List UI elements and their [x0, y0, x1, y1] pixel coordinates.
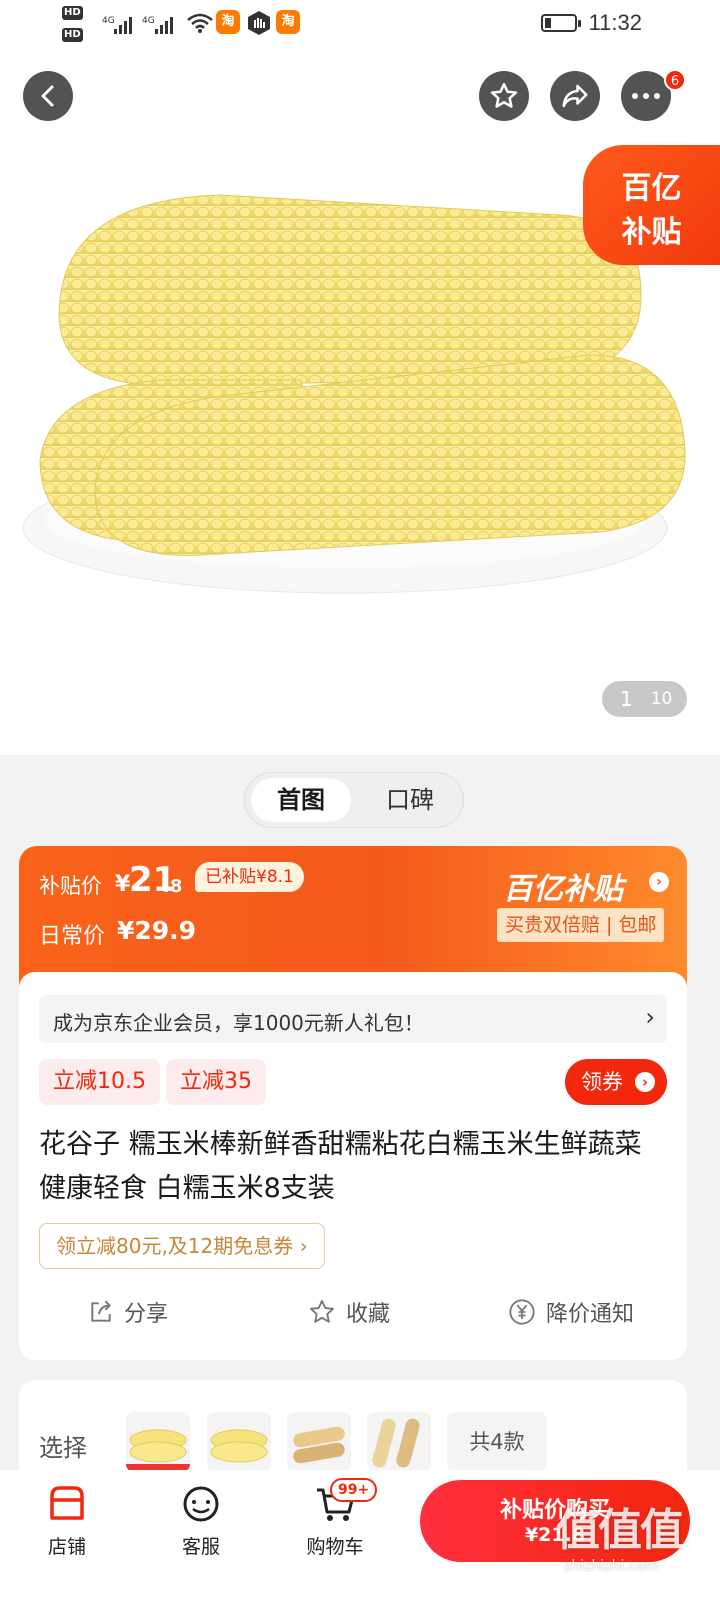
promo-coupon-link[interactable]: 领立减80元,及12期免息券 › — [39, 1223, 325, 1269]
star-icon — [490, 82, 518, 108]
variant-thumb-3[interactable] — [287, 1412, 351, 1472]
service-label: 客服 — [181, 1536, 220, 1558]
signal-bars-1-icon — [114, 14, 132, 34]
member-banner[interactable]: 成为京东企业会员，享1000元新人礼包！ › — [39, 995, 667, 1043]
share-icon — [91, 1300, 112, 1322]
battery-icon — [541, 14, 581, 32]
image-pager: 1 10 — [602, 681, 687, 717]
price-decimal: .8 — [163, 876, 183, 897]
discount-tag-1[interactable]: 立减10.5 — [39, 1059, 160, 1105]
shop-tab[interactable]: 店铺 — [22, 1480, 112, 1559]
favorite-action[interactable]: 收藏 — [308, 1296, 390, 1328]
share-arrow-icon — [562, 84, 588, 108]
subsidy-tag-line1: 百亿 — [621, 171, 682, 206]
daily-price: ¥29.9 — [117, 916, 197, 945]
discount-tag-2[interactable]: 立减35 — [166, 1059, 266, 1105]
product-image-carousel[interactable]: 6 百亿 补贴 1 10 — [0, 50, 720, 755]
tab-main-image[interactable]: 首图 — [251, 778, 351, 822]
hd-indicator-2: HD — [62, 28, 83, 42]
price-alert-label: 降价通知 — [546, 1302, 635, 1327]
image-tab-switch: 首图 口碑 — [244, 772, 464, 828]
tab-reviews[interactable]: 口碑 — [365, 778, 455, 822]
favorite-top-button[interactable] — [479, 71, 529, 121]
daily-price-label: 日常价 — [39, 924, 106, 949]
shop-icon — [50, 1486, 84, 1520]
price-alert-action[interactable]: 降价通知 — [508, 1296, 634, 1328]
corn-thumb-image — [210, 1429, 268, 1463]
subsidy-price-label: 补贴价 — [39, 874, 102, 898]
watermark-url: zhizhizhi.com — [564, 1558, 659, 1574]
coupon-button[interactable]: 领券 › — [565, 1059, 667, 1105]
more-dots-icon — [632, 93, 660, 99]
variant-thumb-1[interactable] — [126, 1412, 190, 1472]
cart-count-badge: 99+ — [330, 1478, 378, 1502]
variant-thumb-4[interactable] — [367, 1412, 431, 1472]
hd-indicator-1: HD — [62, 6, 83, 20]
variant-thumb-2[interactable] — [207, 1412, 271, 1472]
clock: 11:32 — [588, 10, 642, 35]
yen-circle-icon — [509, 1299, 535, 1325]
customer-service-icon — [183, 1486, 219, 1522]
subsidy-amount-badge: 已补贴¥8.1 — [195, 862, 304, 892]
coupon-button-label: 领券 — [581, 1070, 623, 1094]
product-title: 花谷子 糯玉米棒新鲜香甜糯粘花白糯玉米生鲜蔬菜 健康轻食 白糯玉米8支装 — [39, 1129, 642, 1204]
member-banner-text: 成为京东企业会员，享1000元新人礼包！ — [53, 1011, 424, 1035]
favorite-label: 收藏 — [346, 1302, 391, 1327]
hand-badge-icon — [248, 11, 270, 35]
site-watermark: 值值值 zhizhizhi.com — [556, 1494, 716, 1594]
select-label: 选择 — [39, 1434, 87, 1462]
chevron-left-icon — [41, 85, 54, 107]
variant-count[interactable]: 共4款 — [447, 1412, 547, 1472]
back-button[interactable] — [23, 71, 73, 121]
taobao-notification-icon: 淘 — [216, 10, 240, 34]
share-label: 分享 — [124, 1302, 169, 1327]
wifi-icon — [187, 13, 213, 33]
signal-bars-2-icon — [155, 14, 173, 34]
shop-label: 店铺 — [47, 1536, 86, 1558]
chevron-right-icon[interactable]: › — [649, 872, 669, 892]
star-outline-icon — [309, 1299, 335, 1323]
subsidy-price-banner: 补贴价 ¥ 21 .8 已补贴¥8.1 日常价 ¥29.9 百亿补贴 › 买贵双… — [19, 846, 687, 986]
cart-label: 购物车 — [306, 1536, 364, 1558]
service-tab[interactable]: 客服 — [156, 1480, 246, 1559]
message-count-badge: 6 — [664, 69, 686, 91]
network-type-1: 4G — [102, 16, 115, 26]
share-top-button[interactable] — [550, 71, 600, 121]
watermark-logo: 值值值 — [556, 1505, 684, 1556]
grilled-corn-thumb-image — [372, 1418, 420, 1468]
grilled-corn-thumb-image — [293, 1426, 345, 1464]
corn-thumb-image — [126, 1429, 190, 1472]
brand-label: 百亿补贴 — [503, 872, 623, 907]
guarantee-badge: 买贵双倍赔 | 包邮 — [497, 908, 665, 942]
member-banner-arrow: › — [645, 1003, 655, 1031]
pager-current: 1 — [620, 687, 633, 711]
status-bar: HD HD 4G 4G 淘 淘 11:32 — [0, 0, 720, 50]
subsidy-tag-line2: 补贴 — [621, 215, 682, 250]
share-action[interactable]: 分享 — [88, 1296, 168, 1328]
taobao-notification-icon-2: 淘 — [276, 10, 300, 34]
pager-total: 10 — [650, 689, 673, 709]
subsidy-tag: 百亿 补贴 — [583, 145, 720, 265]
network-type-2: 4G — [142, 16, 155, 26]
chevron-right-icon: › — [635, 1072, 655, 1092]
